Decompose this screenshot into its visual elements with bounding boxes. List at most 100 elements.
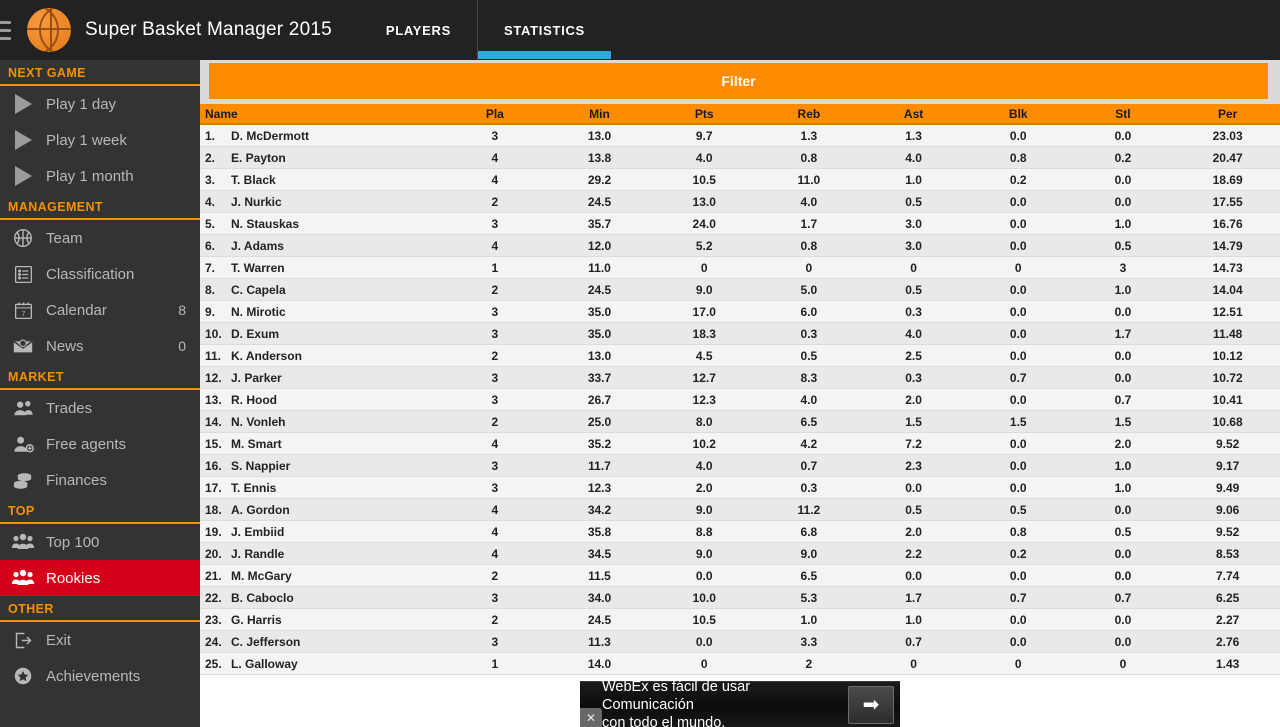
sidebar-item-play-1-month[interactable]: Play 1 month: [0, 158, 200, 194]
table-row[interactable]: 9. N. Mirotic 3 35.0 17.0 6.0 0.3 0.0 0.0 12.51: [200, 301, 1280, 323]
cell-reb: 5.3: [800, 590, 818, 605]
sidebar-section-next-game: NEXT GAME: [0, 60, 200, 86]
cell-stl: 0.2: [1114, 150, 1132, 165]
table-row[interactable]: 6. J. Adams 4 12.0 5.2 0.8 3.0 0.0 0.5 14.79: [200, 235, 1280, 257]
table-row[interactable]: 18. A. Gordon 4 34.2 9.0 11.2 0.5 0.5 0.0 9.06: [200, 499, 1280, 521]
cell-name: 15. M. Smart: [200, 437, 442, 451]
table-row[interactable]: 1. D. McDermott 3 13.0 9.7 1.3 1.3 0.0 0.0 23.03: [200, 125, 1280, 147]
table-row[interactable]: 5. N. Stauskas 3 35.7 24.0 1.7 3.0 0.0 1.0 16.76: [200, 213, 1280, 235]
cell-rank: 16.: [205, 458, 222, 473]
cell-player-name: K. Anderson: [231, 348, 302, 363]
table-row[interactable]: 24. C. Jefferson 3 11.3 0.0 3.3 0.7 0.0 0.0 2.76: [200, 631, 1280, 653]
sidebar-item-rookies[interactable]: Rookies: [0, 560, 200, 596]
cell-min: 13.0: [587, 348, 612, 363]
table-row[interactable]: 12. J. Parker 3 33.7 12.7 8.3 0.3 0.7 0.0 10.72: [200, 367, 1280, 389]
sidebar-item-play-1-week[interactable]: Play 1 week: [0, 122, 200, 158]
cell-pla: 4: [491, 172, 499, 187]
column-header-min[interactable]: Min: [547, 107, 652, 121]
ad-close-icon[interactable]: ✕: [580, 708, 602, 727]
cell-blk: 0: [1014, 260, 1022, 275]
sidebar-item-exit[interactable]: Exit: [0, 622, 200, 658]
sidebar-item-team[interactable]: Team: [0, 220, 200, 256]
table-row[interactable]: 21. M. McGary 2 11.5 0.0 6.5 0.0 0.0 0.0 7.74: [200, 565, 1280, 587]
cell-ast: 0.5: [905, 282, 922, 297]
table-row[interactable]: 23. G. Harris 2 24.5 10.5 1.0 1.0 0.0 0.0 2.27: [200, 609, 1280, 631]
tab-players[interactable]: PLAYERS: [360, 0, 477, 60]
cell-pts: 0: [700, 260, 708, 275]
table-row[interactable]: 25. L. Galloway 1 14.0 0 2 0 0 0 1.43: [200, 653, 1280, 675]
stats-table-header: Name Pla Min Pts Reb Ast Blk Stl Per: [200, 104, 1280, 125]
table-row[interactable]: 22. B. Caboclo 3 34.0 10.0 5.3 1.7 0.7 0.7 6.25: [200, 587, 1280, 609]
cell-stl: 0.0: [1114, 634, 1132, 649]
ad-arrow-icon[interactable]: ➡: [848, 685, 894, 724]
cell-name: 11. K. Anderson: [200, 349, 442, 363]
cell-rank: 23.: [205, 612, 222, 627]
column-header-per[interactable]: Per: [1175, 107, 1280, 121]
sidebar-item-free-agents[interactable]: Free agents: [0, 426, 200, 462]
cell-name: 19. J. Embiid: [200, 525, 442, 539]
cell-rank: 6.: [205, 238, 216, 253]
sidebar-item-top-100[interactable]: Top 100: [0, 524, 200, 560]
column-header-ast[interactable]: Ast: [861, 107, 966, 121]
cell-blk: 0.0: [1009, 304, 1027, 319]
sidebar-item-finances[interactable]: Finances: [0, 462, 200, 498]
cell-player-name: E. Payton: [231, 150, 286, 165]
table-row[interactable]: 7. T. Warren 1 11.0 0 0 0 0 3 14.73: [200, 257, 1280, 279]
table-row[interactable]: 8. C. Capela 2 24.5 9.0 5.0 0.5 0.0 1.0 14.04: [200, 279, 1280, 301]
cell-reb: 0.8: [800, 150, 818, 165]
cell-name: 24. C. Jefferson: [200, 635, 442, 649]
table-row[interactable]: 13. R. Hood 3 26.7 12.3 4.0 2.0 0.0 0.7 10.41: [200, 389, 1280, 411]
table-row[interactable]: 10. D. Exum 3 35.0 18.3 0.3 4.0 0.0 1.7 11.48: [200, 323, 1280, 345]
column-header-pla[interactable]: Pla: [442, 107, 547, 121]
table-row[interactable]: 20. J. Randle 4 34.5 9.0 9.0 2.2 0.2 0.0 8.53: [200, 543, 1280, 565]
cell-reb: 2: [805, 656, 813, 671]
table-row[interactable]: 4. J. Nurkic 2 24.5 13.0 4.0 0.5 0.0 0.0 17.55: [200, 191, 1280, 213]
play-icon: [8, 125, 38, 155]
cell-stl: 1.0: [1114, 480, 1132, 495]
sidebar-item-trades[interactable]: Trades: [0, 390, 200, 426]
table-row[interactable]: 16. S. Nappier 3 11.7 4.0 0.7 2.3 0.0 1.0 9.17: [200, 455, 1280, 477]
cell-blk: 0.7: [1009, 370, 1027, 385]
cell-blk: 0.0: [1009, 194, 1027, 209]
cell-rank: 2.: [205, 150, 216, 165]
tab-bar: PLAYERS STATISTICS: [360, 0, 611, 60]
sidebar-item-label: Play 1 month: [46, 167, 134, 185]
column-header-blk[interactable]: Blk: [966, 107, 1071, 121]
table-row[interactable]: 19. J. Embiid 4 35.8 8.8 6.8 2.0 0.8 0.5 9.52: [200, 521, 1280, 543]
column-header-stl[interactable]: Stl: [1071, 107, 1176, 121]
cell-ast: 2.0: [905, 524, 922, 539]
table-row[interactable]: 2. E. Payton 4 13.8 4.0 0.8 4.0 0.8 0.2 20.47: [200, 147, 1280, 169]
cell-blk: 1.5: [1009, 414, 1027, 429]
cell-player-name: D. McDermott: [231, 128, 310, 143]
table-row[interactable]: 14. N. Vonleh 2 25.0 8.0 6.5 1.5 1.5 1.5 10.68: [200, 411, 1280, 433]
coins-icon: [8, 465, 38, 495]
cell-rank: 7.: [205, 260, 216, 275]
sidebar-item-play-1-day[interactable]: Play 1 day: [0, 86, 200, 122]
cell-pts: 10.5: [692, 612, 716, 627]
column-header-pts[interactable]: Pts: [652, 107, 757, 121]
sidebar-item-news[interactable]: News 0: [0, 328, 200, 364]
table-row[interactable]: 15. M. Smart 4 35.2 10.2 4.2 7.2 0.0 2.0 9.52: [200, 433, 1280, 455]
cell-reb: 0.7: [800, 458, 818, 473]
filter-button[interactable]: Filter: [209, 63, 1268, 99]
ad-banner[interactable]: WebEx es fácil de usar Comunicación con …: [580, 679, 900, 727]
cell-pts: 4.0: [695, 150, 713, 165]
cell-pts: 24.0: [692, 216, 716, 231]
tab-statistics[interactable]: STATISTICS: [477, 0, 611, 60]
table-row[interactable]: 3. T. Black 4 29.2 10.5 11.0 1.0 0.2 0.0 18.69: [200, 169, 1280, 191]
cell-name: 16. S. Nappier: [200, 459, 442, 473]
sidebar-item-classification[interactable]: Classification: [0, 256, 200, 292]
column-header-reb[interactable]: Reb: [757, 107, 862, 121]
cell-player-name: B. Caboclo: [231, 590, 294, 605]
cell-name: 6. J. Adams: [200, 239, 442, 253]
cell-reb: 6.8: [800, 524, 818, 539]
cell-reb: 6.0: [800, 304, 818, 319]
hamburger-icon[interactable]: [0, 20, 15, 40]
table-row[interactable]: 11. K. Anderson 2 13.0 4.5 0.5 2.5 0.0 0.0 10.12: [200, 345, 1280, 367]
table-row[interactable]: 17. T. Ennis 3 12.3 2.0 0.3 0.0 0.0 1.0 9.49: [200, 477, 1280, 499]
three-people-icon: [8, 527, 38, 557]
sidebar-item-achievements[interactable]: Achievements: [0, 658, 200, 694]
cell-pla: 3: [491, 304, 499, 319]
sidebar-item-calendar[interactable]: 7 Calendar 8: [0, 292, 200, 328]
column-header-name[interactable]: Name: [200, 107, 442, 121]
